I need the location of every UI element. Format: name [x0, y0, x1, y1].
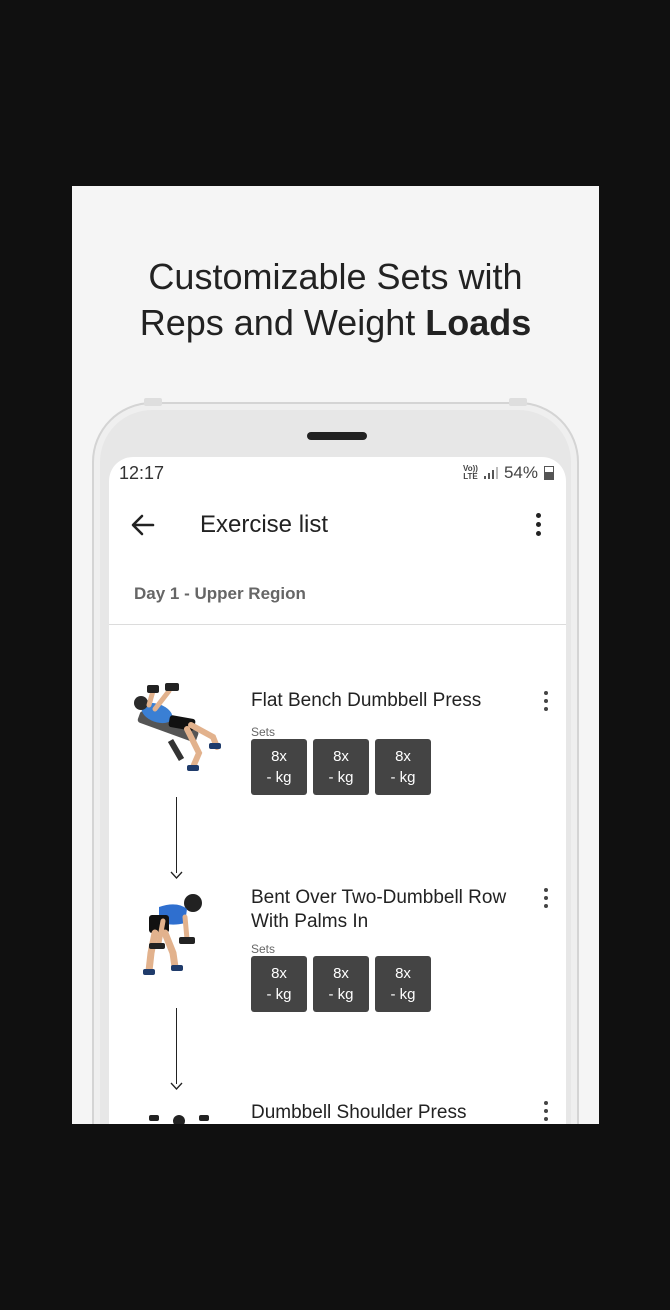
exercise-menu-button[interactable]	[538, 1097, 554, 1123]
day-label: Day 1 - Upper Region	[134, 584, 306, 603]
status-icons: Vo)) LTE 54%	[463, 463, 554, 483]
set-reps: 8x	[333, 965, 349, 982]
dumbbell-row-illustration	[143, 894, 202, 975]
battery-percent: 54%	[503, 463, 538, 482]
set-chip[interactable]: 8x - kg	[251, 956, 307, 1012]
set-load: - kg	[390, 986, 416, 1003]
sequence-connector	[176, 1008, 177, 1084]
set-chip[interactable]: 8x - kg	[375, 956, 431, 1012]
exercise-name: Dumbbell Shoulder Press	[251, 1102, 467, 1123]
volte-icon: Vo)) LTE	[463, 465, 478, 481]
signal-icon	[483, 467, 498, 479]
set-load: - kg	[266, 769, 292, 786]
battery-icon	[544, 466, 554, 480]
sequence-connector	[176, 797, 177, 873]
set-load: - kg	[328, 769, 354, 786]
arrow-down-icon	[170, 1082, 183, 1090]
set-reps: 8x	[395, 748, 411, 765]
more-vert-icon	[538, 687, 554, 711]
status-time: 12:17	[119, 463, 165, 483]
more-vert-icon	[538, 884, 554, 908]
volte-bottom-text: LTE	[463, 472, 478, 481]
sets-row: 8x - kg 8x - kg 8x - kg	[251, 739, 431, 795]
exercise-menu-button[interactable]	[538, 884, 554, 910]
page-title: Exercise list	[200, 511, 329, 538]
set-reps: 8x	[271, 748, 287, 765]
overflow-menu-button[interactable]	[528, 509, 548, 539]
phone-screen: 12:17 Vo)) LTE 54% Exercise list Day 1 -…	[109, 457, 566, 1124]
phone-side-button	[144, 398, 162, 406]
arrow-left-icon	[131, 514, 155, 536]
promo-card: Customizable Sets with Reps and Weight L…	[72, 186, 599, 1124]
set-chip[interactable]: 8x - kg	[375, 739, 431, 795]
headline-line-2-text: Reps and Weight	[139, 302, 426, 343]
sets-label: Sets	[251, 725, 276, 739]
status-bar: 12:17 Vo)) LTE 54%	[109, 457, 566, 489]
shoulder-press-illustration	[149, 1115, 209, 1124]
app-bar: Exercise list	[109, 495, 566, 551]
exercise-name: Flat Bench Dumbbell Press	[251, 690, 482, 711]
set-reps: 8x	[333, 748, 349, 765]
phone-frame: 12:17 Vo)) LTE 54% Exercise list Day 1 -…	[92, 398, 579, 1124]
more-vert-icon	[528, 509, 548, 536]
bench-press-illustration	[134, 683, 221, 771]
sets-label: Sets	[251, 942, 276, 956]
set-chip[interactable]: 8x - kg	[313, 956, 369, 1012]
headline-line-2: Reps and Weight Loads	[72, 300, 599, 346]
set-load: - kg	[266, 986, 292, 1003]
set-load: - kg	[328, 986, 354, 1003]
set-reps: 8x	[271, 965, 287, 982]
set-chip[interactable]: 8x - kg	[251, 739, 307, 795]
more-vert-icon	[538, 1097, 554, 1121]
exercise-menu-button[interactable]	[538, 687, 554, 713]
set-reps: 8x	[395, 965, 411, 982]
divider	[109, 624, 566, 625]
arrow-down-icon	[170, 871, 183, 879]
set-load: - kg	[390, 769, 416, 786]
phone-speaker	[307, 432, 367, 440]
headline-line-1: Customizable Sets with	[148, 256, 523, 297]
back-button[interactable]	[125, 507, 161, 543]
exercise-name: Bent Over Two-Dumbbell Row With Palms In	[251, 887, 507, 932]
phone-side-button	[509, 398, 527, 406]
headline-line-2-bold: Loads	[425, 302, 532, 343]
set-chip[interactable]: 8x - kg	[313, 739, 369, 795]
promo-headline: Customizable Sets with Reps and Weight L…	[72, 254, 599, 346]
sets-row: 8x - kg 8x - kg 8x - kg	[251, 956, 431, 1012]
